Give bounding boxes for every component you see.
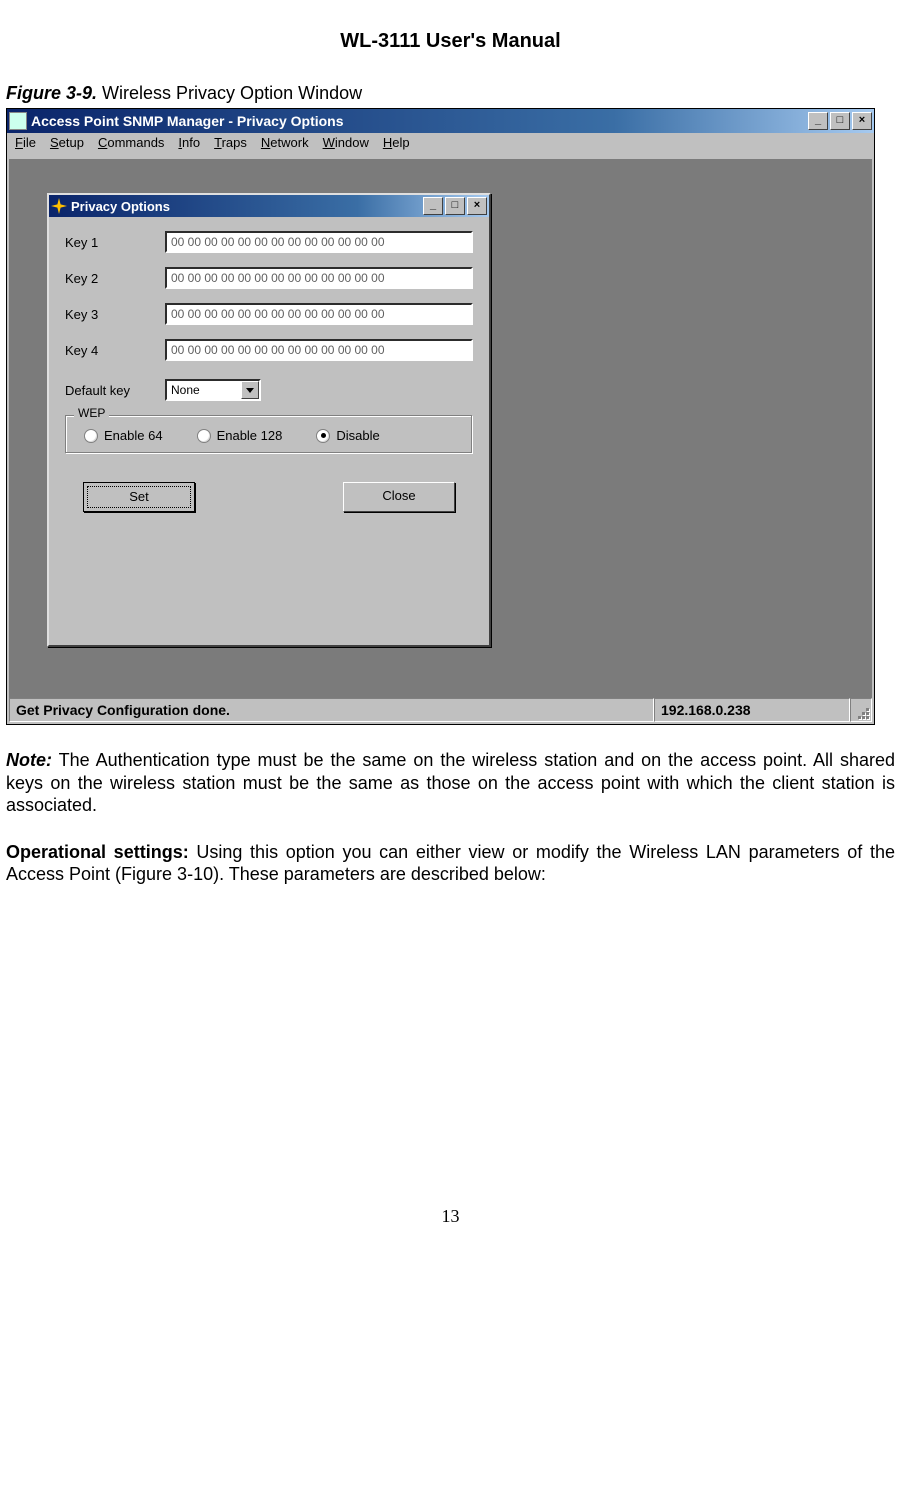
set-button[interactable]: Set [83,482,195,512]
close-button-label: Close [382,488,415,503]
radio-disable-label: Disable [336,428,379,443]
wep-group-label: WEP [74,406,109,420]
statusbar: Get Privacy Configuration done. 192.168.… [9,698,872,722]
note-paragraph: Note: The Authentication type must be th… [6,749,895,817]
figure-number: Figure 3-9. [6,83,97,103]
key2-input[interactable] [165,267,473,289]
figure-caption-text: Wireless Privacy Option Window [102,83,362,103]
menu-help[interactable]: Help [383,135,410,150]
maximize-button[interactable]: □ [830,112,850,130]
default-key-value: None [167,381,241,399]
dialog-minimize-button[interactable]: _ [423,197,443,215]
radio-icon [84,429,98,443]
radio-enable-64[interactable]: Enable 64 [84,428,163,443]
operational-settings-label: Operational settings: [6,842,189,862]
menu-file[interactable]: File [15,135,36,150]
bolt-icon [51,198,67,214]
app-titlebar: Access Point SNMP Manager - Privacy Opti… [7,109,874,133]
radio-enable-64-label: Enable 64 [104,428,163,443]
page-number: 13 [6,1206,895,1227]
figure-caption: Figure 3-9. Wireless Privacy Option Wind… [6,83,895,104]
app-window: Access Point SNMP Manager - Privacy Opti… [6,108,875,725]
dialog-close-button[interactable]: × [467,197,487,215]
menu-traps[interactable]: Traps [214,135,247,150]
key1-label: Key 1 [65,235,165,250]
note-text: The Authentication type must be the same… [6,750,895,815]
dropdown-button[interactable] [241,381,259,399]
resize-grip[interactable] [850,698,872,722]
radio-icon [316,429,330,443]
chevron-down-icon [246,388,254,393]
key3-label: Key 3 [65,307,165,322]
dialog-maximize-button[interactable]: □ [445,197,465,215]
dialog-titlebar: Privacy Options _ □ × [49,195,489,217]
menubar: File Setup Commands Info Traps Network Window H… [7,133,874,152]
menu-window[interactable]: Window [323,135,369,150]
radio-enable-128-label: Enable 128 [217,428,283,443]
key2-label: Key 2 [65,271,165,286]
menu-commands[interactable]: Commands [98,135,164,150]
note-label: Note: [6,750,52,770]
menu-info[interactable]: Info [178,135,200,150]
default-key-label: Default key [65,383,165,398]
status-ip: 192.168.0.238 [654,698,850,722]
privacy-options-dialog: Privacy Options _ □ × Key 1 Key 2 [47,193,491,647]
key3-input[interactable] [165,303,473,325]
key1-input[interactable] [165,231,473,253]
dialog-title: Privacy Options [71,199,423,214]
operational-settings-paragraph: Operational settings: Using this option … [6,841,895,886]
app-icon [9,112,27,130]
key4-input[interactable] [165,339,473,361]
key4-label: Key 4 [65,343,165,358]
mdi-client-area: Privacy Options _ □ × Key 1 Key 2 [9,159,872,698]
status-message: Get Privacy Configuration done. [9,698,654,722]
wep-group: WEP Enable 64 Enable 128 [65,415,473,454]
radio-enable-128[interactable]: Enable 128 [197,428,283,443]
radio-disable[interactable]: Disable [316,428,379,443]
radio-icon [197,429,211,443]
close-button[interactable]: Close [343,482,455,512]
app-title-text: Access Point SNMP Manager - Privacy Opti… [31,113,808,129]
menu-network[interactable]: Network [261,135,309,150]
document-title: WL-3111 User's Manual [6,30,895,53]
set-button-label: Set [87,486,191,508]
default-key-dropdown[interactable]: None [165,379,261,401]
close-window-button[interactable]: × [852,112,872,130]
menu-setup[interactable]: Setup [50,135,84,150]
minimize-button[interactable]: _ [808,112,828,130]
